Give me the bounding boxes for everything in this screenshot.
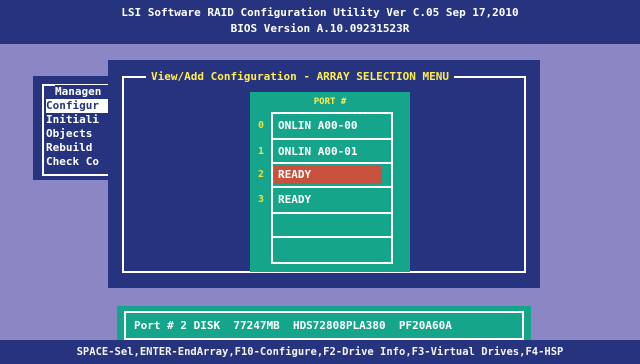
port-row[interactable]: READY [273,188,391,212]
port-status: ONLIN A00-01 [278,145,358,158]
key-help-bar: SPACE-Sel,ENTER-EndArray,F10-Configure,F… [0,340,640,364]
port-row[interactable]: ONLIN A00-00 [273,114,391,138]
port-row-selected[interactable]: READY [273,163,391,187]
port-column-header: PORT # [313,97,347,107]
port-number: 0 [257,120,265,131]
app-title: LSI Software RAID Configuration Utility … [121,6,519,19]
port-number: 2 [257,169,265,180]
bios-version: BIOS Version A.10.09231523R [230,22,410,35]
title-bar: LSI Software RAID Configuration Utility … [0,0,640,44]
port-status: ONLIN A00-00 [278,119,358,132]
drive-info-text: Port # 2 DISK 77247MB HDS72808PLA380 PF2… [124,311,524,340]
array-selection-title: View/Add Configuration - ARRAY SELECTION… [146,69,455,85]
port-number: 3 [257,194,265,205]
port-status: READY [278,193,312,206]
port-row-empty[interactable] [273,238,391,262]
port-row-empty[interactable] [273,214,391,238]
port-status: READY [274,166,382,184]
port-number: 1 [257,146,265,157]
port-row[interactable]: ONLIN A00-01 [273,140,391,164]
